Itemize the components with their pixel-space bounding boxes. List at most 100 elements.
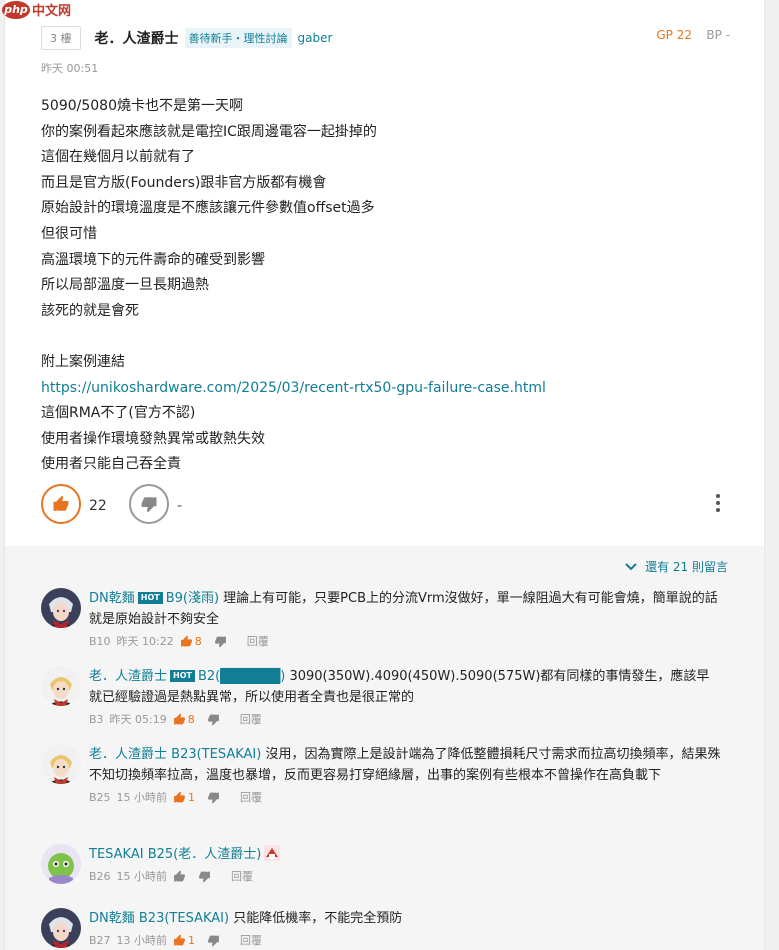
comment-author[interactable]: TESAKAI bbox=[89, 847, 144, 862]
reply-target[interactable]: B2( bbox=[198, 669, 220, 684]
more-options-icon[interactable] bbox=[716, 494, 720, 512]
comment-time: 15 小時前 bbox=[116, 791, 168, 804]
reply-button[interactable]: 回覆 bbox=[240, 932, 262, 948]
comment-floor: B26 bbox=[89, 869, 111, 883]
body-line: 但很可惜 bbox=[41, 225, 97, 242]
body-line: 該死的就是會死 bbox=[41, 302, 139, 319]
sticker-icon bbox=[264, 845, 281, 861]
comment-text: DN乾麵 HOT B9(淺雨) 理論上有可能，只要PCB上的分流Vrm沒做好，單一線… bbox=[89, 588, 721, 630]
hot-badge: HOT bbox=[137, 592, 163, 604]
comment-bp-button[interactable] bbox=[207, 934, 220, 947]
body-line: 這個RMA不了(官方不認) bbox=[41, 405, 196, 422]
reply-target[interactable]: B23(TESAKAI) bbox=[171, 747, 261, 762]
thumbs-up-icon bbox=[174, 791, 185, 802]
comment-bp-button[interactable] bbox=[198, 870, 211, 883]
comment-author[interactable]: DN乾麵 bbox=[89, 911, 135, 926]
comment-meta: B3 昨天 05:19 8 回覆 bbox=[89, 711, 721, 727]
comment-body: 只能降低機率，不能完全預防 bbox=[229, 911, 403, 926]
body-line: 這個在幾個月以前就有了 bbox=[41, 149, 195, 166]
comment-gp-count: 1 bbox=[188, 933, 196, 947]
comment-time: 13 小時前 bbox=[116, 934, 168, 947]
comment-gp-count: 8 bbox=[187, 712, 195, 726]
reply-button[interactable]: 回覆 bbox=[231, 868, 253, 884]
bp-count: - bbox=[177, 498, 183, 514]
comment-item: DN乾麵 B23(TESAKAI) 只能降低機率，不能完全預防 B27 13 小… bbox=[41, 908, 721, 948]
comment-meta: B26 15 小時前 回覆 bbox=[89, 868, 721, 884]
comment-meta: B27 13 小時前 1 回覆 bbox=[89, 932, 721, 948]
avatar[interactable] bbox=[41, 666, 81, 706]
comment-meta: B10 昨天 10:22 8 回覆 bbox=[89, 633, 721, 649]
comment-item: DN乾麵 HOT B9(淺雨) 理論上有可能，只要PCB上的分流Vrm沒做好，單一線… bbox=[41, 588, 721, 649]
reply-target[interactable]: B23(TESAKAI) bbox=[139, 911, 229, 926]
comment-floor: B25 bbox=[89, 790, 111, 804]
hot-badge: HOT bbox=[170, 670, 195, 682]
post-card: 3 樓 老．人渣爵士 善待新手・理性討論 gaber GP 22 BP - 昨天… bbox=[4, 0, 765, 950]
comment-floor: B3 bbox=[89, 712, 104, 726]
thumbs-down-icon bbox=[208, 935, 219, 946]
comment-gp-button[interactable]: 1 bbox=[173, 791, 195, 804]
bp-button[interactable] bbox=[129, 484, 169, 524]
thumbs-down-icon bbox=[208, 792, 219, 803]
avatar[interactable] bbox=[41, 744, 81, 784]
body-line: 而且是官方版(Founders)跟非官方版都有機會 bbox=[41, 174, 327, 191]
case-link[interactable]: https://unikoshardware.com/2025/03/recen… bbox=[41, 376, 546, 402]
author-uid[interactable]: gaber bbox=[298, 31, 333, 45]
watermark-text: 中文网 bbox=[32, 4, 72, 19]
gp-score[interactable]: GP 22 bbox=[656, 28, 692, 42]
reply-button[interactable]: 回覆 bbox=[247, 633, 269, 649]
avatar[interactable] bbox=[41, 908, 81, 948]
comment-bp-button[interactable] bbox=[214, 635, 227, 648]
comment-gp-count: 1 bbox=[188, 790, 196, 804]
body-line: 所以局部溫度一旦長期過熱 bbox=[41, 277, 209, 294]
thumbs-down-icon bbox=[141, 497, 157, 513]
reply-button[interactable]: 回覆 bbox=[240, 711, 262, 727]
body-line: 高溫環境下的元件壽命的確受到影響 bbox=[41, 251, 265, 268]
comment-time: 15 小時前 bbox=[116, 870, 168, 883]
gp-count: 22 bbox=[89, 498, 107, 514]
comment-gp-button[interactable] bbox=[173, 870, 186, 883]
chevron-down-icon bbox=[625, 562, 637, 570]
author-tag[interactable]: 善待新手・理性討論 bbox=[184, 28, 292, 48]
comment-text: 老．人渣爵士 B23(TESAKAI) 沒用，因為實際上是設計端為了降低整體損耗… bbox=[89, 744, 721, 786]
avatar[interactable] bbox=[41, 588, 81, 628]
comment-author[interactable]: DN乾麵 bbox=[89, 591, 135, 606]
reply-target[interactable]: B9(淺雨) bbox=[166, 591, 219, 606]
comment-gp-button[interactable]: 8 bbox=[173, 713, 195, 726]
comment-gp-button[interactable]: 8 bbox=[180, 635, 202, 648]
reply-target[interactable]: B25(老．人渣爵士) bbox=[148, 847, 262, 862]
comments-section: 還有 21 則留言 DN乾麵 HOT B9(淺雨) 理論上有可能，只要PCB上的分流… bbox=[5, 546, 764, 950]
body-line: 附上案例連結 bbox=[41, 353, 125, 370]
thumbs-down-icon bbox=[199, 871, 210, 882]
author-name[interactable]: 老．人渣爵士 bbox=[95, 28, 179, 48]
floor-number[interactable]: 3 樓 bbox=[41, 26, 81, 50]
comment-bp-button[interactable] bbox=[207, 791, 220, 804]
watermark-logo: php 中文网 bbox=[2, 0, 71, 19]
comment-meta: B25 15 小時前 1 回覆 bbox=[89, 789, 721, 805]
comment-gp-button[interactable]: 1 bbox=[173, 934, 195, 947]
body-line: 5090/5080燒卡也不是第一天啊 bbox=[41, 98, 243, 114]
comment-author[interactable]: 老．人渣爵士 bbox=[89, 747, 167, 762]
thumbs-up-icon bbox=[53, 495, 69, 511]
comment-item: 老．人渣爵士 HOT B2(██████) 3090(350W).4090(450W… bbox=[41, 666, 721, 727]
avatar[interactable] bbox=[41, 844, 81, 884]
thumbs-up-icon bbox=[174, 870, 185, 881]
reply-button[interactable]: 回覆 bbox=[240, 789, 262, 805]
thumbs-down-icon bbox=[207, 714, 219, 725]
comment-floor: B27 bbox=[89, 933, 111, 947]
thumbs-up-icon bbox=[180, 635, 192, 646]
body-line: 使用者操作環境發熱異常或散熱失效 bbox=[41, 430, 265, 447]
body-line: 使用者只能自己吞全責 bbox=[41, 456, 181, 473]
comment-author[interactable]: 老．人渣爵士 bbox=[89, 669, 167, 684]
comment-bp-button[interactable] bbox=[207, 713, 220, 726]
comment-item: 老．人渣爵士 B23(TESAKAI) 沒用，因為實際上是設計端為了降低整體損耗… bbox=[41, 744, 721, 805]
gp-button[interactable] bbox=[41, 484, 81, 524]
comment-item: TESAKAI B25(老．人渣爵士) B26 15 小時前 回覆 bbox=[41, 844, 721, 884]
comment-text: DN乾麵 B23(TESAKAI) 只能降低機率，不能完全預防 bbox=[89, 908, 721, 929]
thumbs-up-icon bbox=[173, 713, 185, 724]
comment-time: 昨天 10:22 bbox=[116, 635, 174, 648]
post-body: 5090/5080燒卡也不是第一天啊 你的案例看起來應該就是電控IC跟周邊電容一… bbox=[41, 94, 546, 478]
bp-score[interactable]: BP - bbox=[706, 28, 730, 42]
body-line: 你的案例看起來應該就是電控IC跟周邊電容一起掛掉的 bbox=[41, 123, 377, 140]
expand-comments-button[interactable]: 還有 21 則留言 bbox=[625, 558, 728, 575]
